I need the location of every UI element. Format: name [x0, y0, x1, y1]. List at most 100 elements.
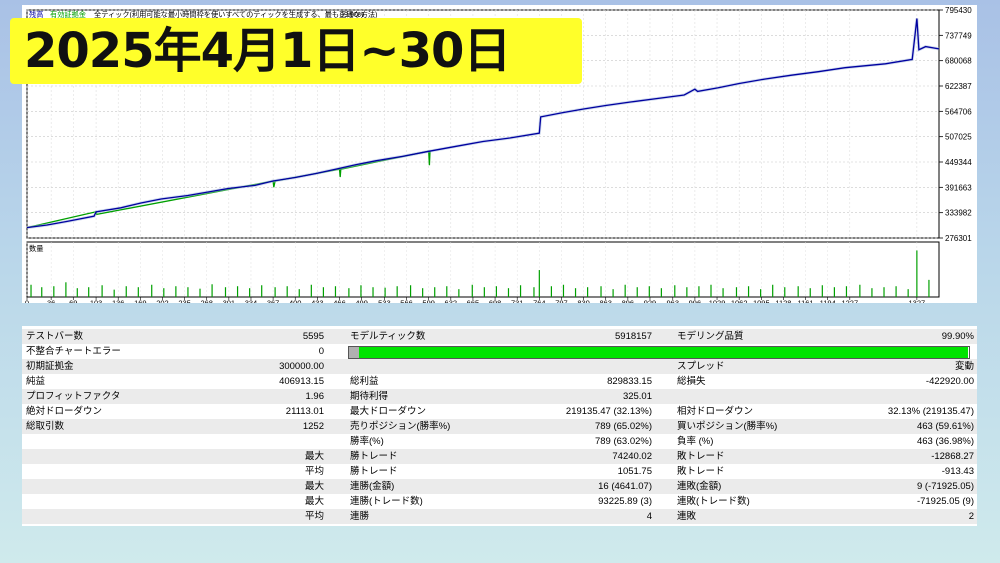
report-value: 21113.01 [285, 406, 324, 417]
x-tick-label: 301 [223, 299, 236, 303]
report-value: 5595 [302, 331, 324, 342]
report-value: 0 [318, 346, 324, 357]
report-value: 5918157 [615, 331, 652, 342]
report-value: 789 (65.02%) [594, 421, 652, 432]
x-tick-label: 103 [90, 299, 103, 303]
report-value: 93225.89 (3) [598, 496, 652, 507]
report-row: 最大 連勝(金額) 16 (4641.07) 連敗(金額) 9 (-71925.05) [22, 479, 977, 494]
x-tick-label: 1062 [731, 299, 748, 303]
x-tick-label: 0 [25, 299, 29, 303]
report-value: -71925.05 (9) [916, 496, 974, 507]
y-tick-label: 391663 [945, 183, 972, 192]
report-value: 4 [646, 511, 652, 522]
x-tick-label: 863 [599, 299, 612, 303]
y-tick-label: 795430 [945, 6, 972, 15]
x-tick-label: 367 [267, 299, 280, 303]
x-tick-label: 499 [355, 299, 368, 303]
report-value [712, 389, 974, 404]
x-tick-label: 400 [289, 299, 302, 303]
x-tick-label: 202 [156, 299, 169, 303]
report-value: 829833.15 [607, 376, 652, 387]
x-tick-label: 1161 [797, 299, 813, 303]
report-value: 16 (4641.07) [598, 481, 652, 492]
x-tick-label: 1194 [820, 299, 836, 303]
x-tick-label: 1029 [709, 299, 726, 303]
x-tick-label: 566 [400, 299, 413, 303]
report-value: -12868.27 [931, 451, 974, 462]
x-tick-label: 136 [112, 299, 125, 303]
report-value: 325.01 [622, 391, 652, 402]
report-value: 2 [968, 511, 974, 522]
x-tick-label: 996 [689, 299, 702, 303]
report-value: 9 (-71925.05) [916, 481, 974, 492]
y-tick-label: 333982 [945, 209, 972, 218]
report-row: 初期証拠金 300000.00 スプレッド 変動 [22, 359, 977, 374]
x-tick-label: 1227 [841, 299, 858, 303]
modeling-quality-bar [348, 346, 970, 359]
x-tick-label: 533 [378, 299, 391, 303]
x-tick-label: 797 [555, 299, 568, 303]
x-tick-label: 896 [622, 299, 635, 303]
y-tick-label: 680068 [945, 57, 972, 66]
report-value: -913.43 [941, 466, 974, 477]
x-tick-label: 235 [178, 299, 191, 303]
report-row: 勝率(%) 789 (63.02%) 負率 (%) 463 (36.98%) [22, 434, 977, 449]
x-tick-label: 665 [467, 299, 480, 303]
report-value: 平均 [304, 466, 324, 477]
x-tick-label: 1327 [909, 299, 926, 303]
report-value [452, 359, 652, 374]
y-tick-label: 737749 [945, 31, 972, 40]
report-row: 平均 勝トレード 1051.75 敗トレード -913.43 [22, 464, 977, 479]
report-value: 300000.00 [279, 361, 324, 372]
x-tick-label: 69 [69, 299, 77, 303]
report-value: 406913.15 [279, 376, 324, 387]
report-row: 最大 連勝(トレード数) 93225.89 (3) 連敗(トレード数) -71925.0… [22, 494, 977, 509]
x-tick-label: 929 [644, 299, 657, 303]
report-value: 1051.75 [617, 466, 652, 477]
report-value: 99.90% [941, 331, 974, 342]
y-tick-label: 276301 [945, 234, 972, 243]
report-row: プロフィットファクタ 1.96 期待利得 325.01 [22, 389, 977, 404]
report-row: 絶対ドローダウン 21113.01 最大ドローダウン 219135.47 (32.13… [22, 404, 977, 419]
x-tick-label: 36 [47, 299, 55, 303]
report-table: テストバー数 5595 モデルティック数 5918157 モデリング品質 99.90% 不整… [22, 326, 977, 526]
report-value: -422920.00 [925, 376, 974, 387]
x-tick-label: 830 [577, 299, 590, 303]
x-tick-label: 1128 [775, 299, 791, 303]
report-row: 総取引数 1252 売りポジション(勝率%) 789 (65.02%) 買いポジション(… [22, 419, 977, 434]
x-tick-label: 466 [333, 299, 346, 303]
x-tick-label: 698 [489, 299, 502, 303]
report-value: 最大 [304, 496, 324, 507]
headline-title: 2025年4月1日~30日 [24, 23, 511, 79]
report-row: テストバー数 5595 モデルティック数 5918157 モデリング品質 99.90% [22, 329, 977, 344]
report-value: 789 (63.02%) [594, 436, 652, 447]
y-tick-label: 507025 [945, 133, 972, 142]
report-value: 変動 [954, 361, 974, 372]
report-value: 最大 [304, 481, 324, 492]
report-row: 不整合チャートエラー 0 [22, 344, 977, 359]
report-value: 463 (59.61%) [916, 421, 974, 432]
x-tick-label: 169 [134, 299, 147, 303]
report-value: 32.13% (219135.47) [887, 406, 974, 417]
x-tick-label: 334 [245, 299, 258, 303]
x-tick-label: 268 [200, 299, 213, 303]
y-tick-label: 564706 [945, 107, 972, 116]
y-tick-label: 449344 [945, 158, 972, 167]
report-value: 74240.02 [612, 451, 652, 462]
x-tick-label: 599 [422, 299, 435, 303]
report-value: 219135.47 (32.13%) [565, 406, 652, 417]
report-value: 463 (36.98%) [916, 436, 974, 447]
x-tick-label: 731 [511, 299, 524, 303]
report-value: 1252 [302, 421, 324, 432]
modeling-quality-bar-cap [349, 347, 359, 358]
volume-legend: 数量 [29, 244, 43, 253]
report-row: 最大 勝トレード 74240.02 敗トレード -12868.27 [22, 449, 977, 464]
report-value: 平均 [304, 511, 324, 522]
report-value [122, 434, 324, 449]
report-value: 最大 [304, 451, 324, 462]
y-tick-label: 622387 [945, 82, 972, 91]
x-tick-label: 764 [533, 299, 546, 303]
x-tick-label: 433 [311, 299, 324, 303]
report-row: 平均 連勝 4 連敗 2 [22, 509, 977, 524]
x-tick-label: 632 [445, 299, 458, 303]
